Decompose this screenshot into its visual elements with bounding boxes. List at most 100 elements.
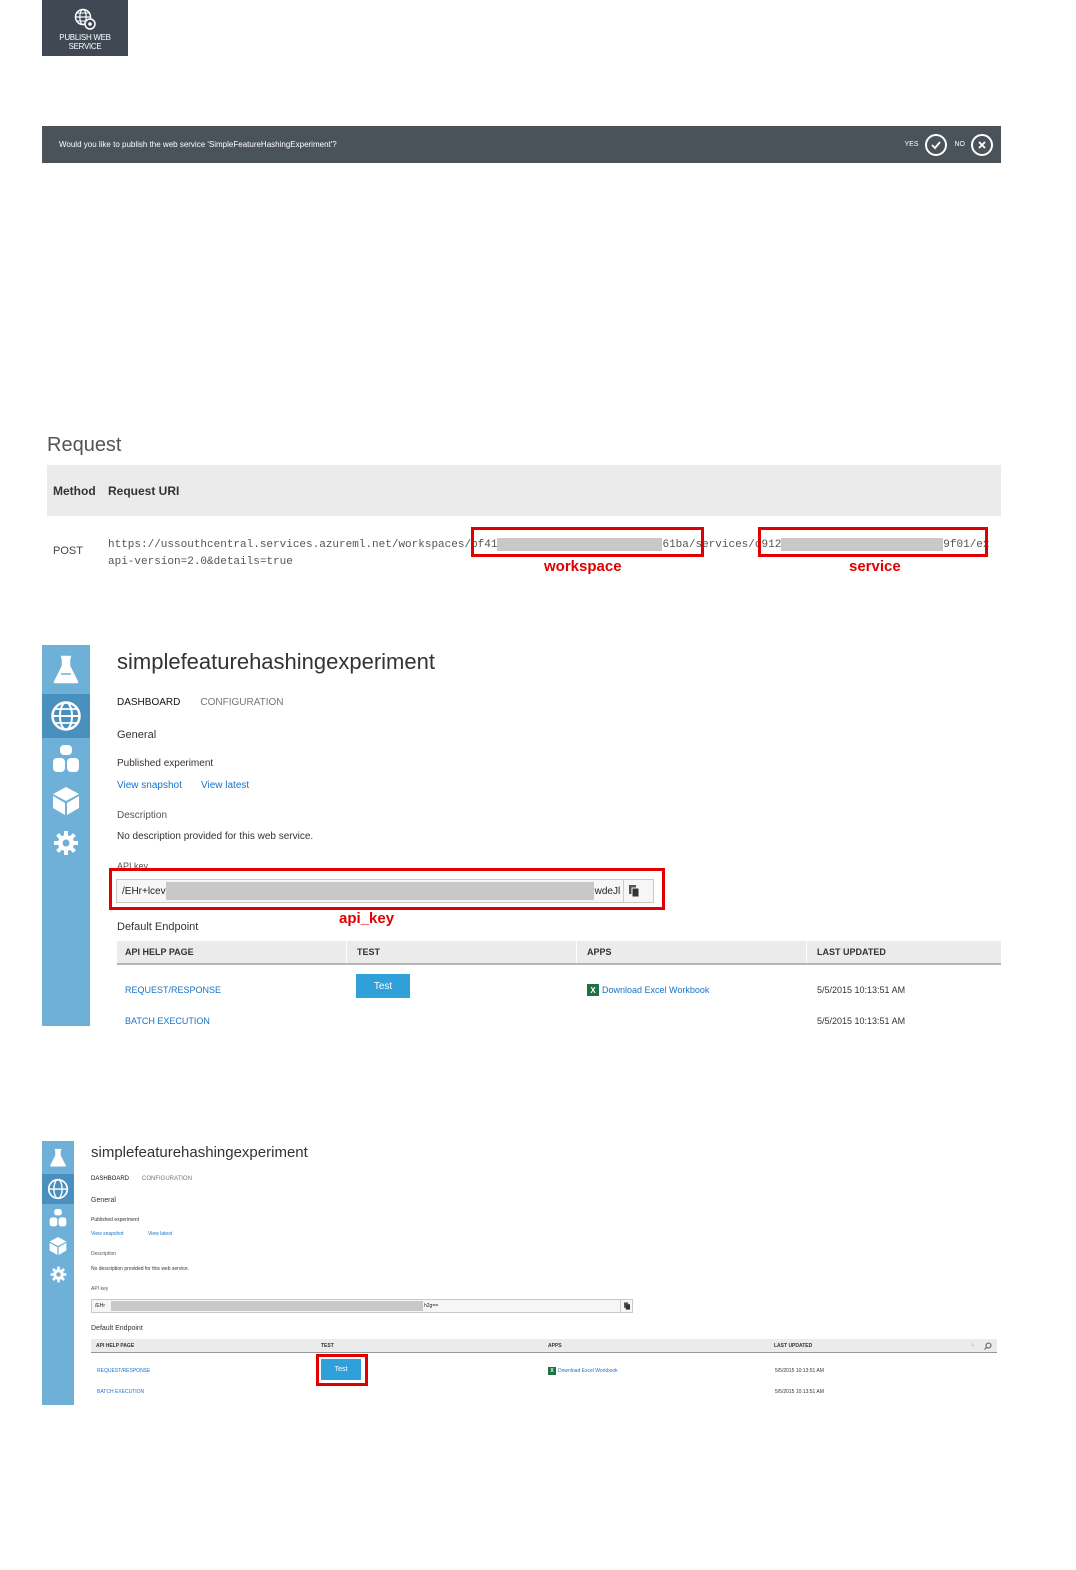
excel-icon: X xyxy=(587,984,599,996)
confirm-question: Would you like to publish the web servic… xyxy=(59,140,337,149)
check-icon xyxy=(924,133,947,156)
flask-icon xyxy=(53,655,79,683)
download-excel-link[interactable]: X Download Excel Workbook xyxy=(587,984,709,996)
globe-gear-icon xyxy=(74,8,96,30)
request-title: Request xyxy=(47,434,122,456)
sidebar-item-web-services[interactable] xyxy=(42,1174,74,1204)
view-snapshot-link[interactable]: View snapshot xyxy=(91,1231,123,1237)
col-api-help-page: API HELP PAGE xyxy=(125,947,194,957)
download-excel-label: Download Excel Workbook xyxy=(558,1368,618,1374)
sidebar-item-web-services[interactable] xyxy=(42,694,90,738)
last-updated-row-2: 5/5/2015 10:13:51 AM xyxy=(817,1016,906,1026)
view-snapshot-link[interactable]: View snapshot xyxy=(117,780,182,791)
left-nav-sidebar xyxy=(42,645,90,1026)
gear-icon xyxy=(54,831,78,855)
page-title: simplefeaturehashingexperiment xyxy=(91,1144,308,1161)
api-key-field[interactable]: /EHr h2g== xyxy=(91,1299,633,1313)
tab-bar: DASHBOARD CONFIGURATION xyxy=(117,697,284,708)
test-button-highlight-box xyxy=(316,1354,368,1386)
workspace-highlight-box xyxy=(471,527,704,557)
globe-icon xyxy=(51,701,81,731)
left-nav-sidebar-small xyxy=(42,1141,74,1405)
sidebar-item-datasets[interactable] xyxy=(42,1204,74,1232)
api-key-annotation: api_key xyxy=(339,910,395,927)
sidebar-item-experiments[interactable] xyxy=(42,645,90,694)
tab-configuration[interactable]: CONFIGURATION xyxy=(142,1176,192,1182)
col-test: TEST xyxy=(321,1342,334,1349)
sidebar-item-trained-models[interactable] xyxy=(42,1232,74,1260)
api-key-label: API key xyxy=(91,1286,109,1292)
test-button[interactable]: Test xyxy=(356,974,410,998)
description-text: No description provided for this web ser… xyxy=(91,1266,190,1272)
batch-execution-link[interactable]: BATCH EXECUTION xyxy=(97,1389,144,1395)
cube-icon xyxy=(53,787,79,815)
col-last-updated: LAST UPDATED xyxy=(817,947,886,957)
description-text: No description provided for this web ser… xyxy=(117,831,314,842)
yes-button[interactable]: YES xyxy=(904,133,947,156)
datasets-icon xyxy=(53,745,79,772)
api-key-start: /EHr xyxy=(95,1303,105,1309)
tab-configuration[interactable]: CONFIGURATION xyxy=(200,697,283,708)
search-icon[interactable] xyxy=(984,1342,992,1350)
endpoint-table-header: API HELP PAGE TEST APPS LAST UPDATED ↓ xyxy=(91,1339,997,1353)
description-label: Description xyxy=(117,810,168,821)
published-experiment-label: Published experiment xyxy=(91,1217,140,1223)
api-key-end: h2g== xyxy=(424,1303,439,1309)
sidebar-item-trained-models[interactable] xyxy=(42,780,90,822)
view-latest-link[interactable]: View latest xyxy=(148,1231,172,1237)
yes-label: YES xyxy=(904,141,919,148)
tab-dashboard[interactable]: DASHBOARD xyxy=(117,697,180,708)
api-key-mask xyxy=(111,1301,423,1311)
col-test: TEST xyxy=(357,947,381,957)
copy-icon[interactable] xyxy=(620,1300,632,1312)
globe-icon xyxy=(47,1178,69,1200)
excel-icon: X xyxy=(548,1367,556,1375)
publish-button-label: PUBLISH WEB SERVICE xyxy=(59,33,111,51)
sidebar-item-datasets[interactable] xyxy=(42,738,90,780)
no-label: NO xyxy=(954,141,966,148)
general-heading: General xyxy=(117,729,157,741)
workspace-annotation: workspace xyxy=(544,558,622,575)
datasets-icon xyxy=(49,1209,67,1227)
uri-prefix: https://ussouthcentral.services.azureml.… xyxy=(108,539,472,551)
close-icon xyxy=(971,133,993,156)
request-method: POST xyxy=(53,545,83,557)
sidebar-item-settings[interactable] xyxy=(42,1260,74,1288)
sidebar-item-experiments[interactable] xyxy=(42,1141,74,1174)
last-updated-row-2: 5/5/2015 10:13:51 AM xyxy=(775,1389,824,1395)
col-apps: APPS xyxy=(587,947,612,957)
default-endpoint-heading: Default Endpoint xyxy=(91,1325,143,1332)
general-heading: General xyxy=(91,1197,116,1204)
col-last-updated: LAST UPDATED xyxy=(774,1342,813,1349)
sidebar-item-settings[interactable] xyxy=(42,822,90,864)
download-excel-label: Download Excel Workbook xyxy=(602,985,710,995)
last-updated-row-1: 5/5/2015 10:13:51 AM xyxy=(775,1368,824,1374)
published-experiment-label: Published experiment xyxy=(117,758,214,769)
method-header: Method xyxy=(53,483,96,498)
request-response-link[interactable]: REQUEST/RESPONSE xyxy=(97,1368,150,1374)
flask-icon xyxy=(50,1148,66,1167)
view-latest-link[interactable]: View latest xyxy=(201,780,249,791)
cube-icon xyxy=(49,1237,67,1255)
last-updated-row-1: 5/5/2015 10:13:51 AM xyxy=(817,985,906,995)
batch-execution-link[interactable]: BATCH EXECUTION xyxy=(125,1016,210,1026)
service-highlight-box xyxy=(758,527,988,557)
download-excel-link[interactable]: X Download Excel Workbook xyxy=(548,1367,618,1375)
request-uri-header: Request URI xyxy=(108,483,180,498)
no-button[interactable]: NO xyxy=(954,133,993,156)
default-endpoint-heading: Default Endpoint xyxy=(117,921,199,933)
tab-dashboard[interactable]: DASHBOARD xyxy=(91,1176,129,1182)
tab-bar: DASHBOARD CONFIGURATION xyxy=(91,1176,192,1182)
request-response-link[interactable]: REQUEST/RESPONSE xyxy=(125,985,221,995)
api-key-highlight-box xyxy=(109,868,665,910)
publish-confirm-bar: Would you like to publish the web servic… xyxy=(42,126,1001,163)
publish-web-service-button[interactable]: PUBLISH WEB SERVICE xyxy=(42,0,128,56)
service-annotation: service xyxy=(849,558,901,575)
request-table-header: Method Request URI xyxy=(47,465,1001,516)
sort-arrow-icon[interactable]: ↓ xyxy=(971,1341,975,1348)
gear-icon xyxy=(50,1266,66,1282)
endpoint-table-header: API HELP PAGE TEST APPS LAST UPDATED xyxy=(117,941,1001,965)
col-apps: APPS xyxy=(548,1342,562,1349)
page-title: simplefeaturehashingexperiment xyxy=(117,649,435,674)
description-label: Description xyxy=(91,1251,117,1257)
